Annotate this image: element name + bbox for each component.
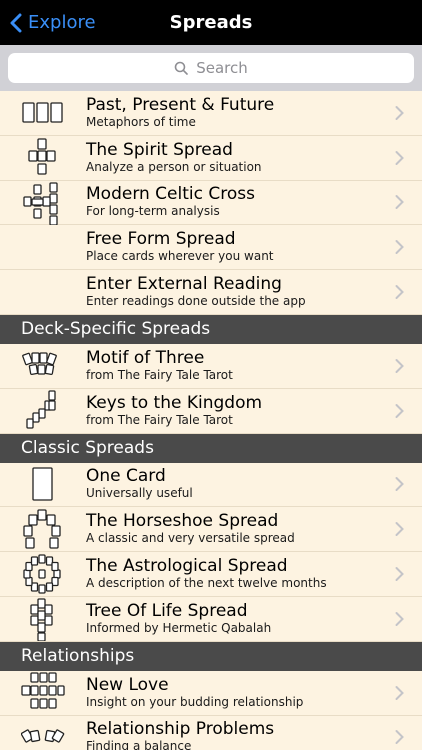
spread-subtitle: Informed by Hermetic Qabalah	[86, 620, 272, 635]
spread-row[interactable]: One Card Universally useful	[0, 462, 422, 508]
spread-subtitle: Place cards wherever you want	[86, 249, 274, 264]
section-header: Classic Spreads	[0, 433, 422, 463]
spread-row[interactable]: Relationship Problems Finding a balance	[0, 715, 422, 750]
astrological-icon	[23, 554, 61, 594]
chevron-right-icon	[395, 285, 404, 300]
spread-title: Past, Present & Future	[86, 94, 275, 115]
chevron-right-icon	[395, 240, 404, 255]
navigation-bar: Explore Spreads	[0, 0, 422, 45]
chevron-right-icon	[395, 730, 404, 745]
chevron-right-icon	[395, 195, 404, 210]
horseshoe-icon	[23, 509, 61, 549]
chevron-right-icon	[395, 358, 404, 373]
spread-subtitle: Insight on your budding relationship	[86, 694, 304, 709]
spread-title: Keys to the Kingdom	[86, 392, 263, 413]
spread-row[interactable]: The Horseshoe Spread A classic and very …	[0, 507, 422, 553]
row-icon	[0, 136, 86, 180]
spread-row[interactable]: Tree Of Life Spread Informed by Hermetic…	[0, 596, 422, 642]
spread-title: One Card	[86, 466, 166, 487]
spread-title: The Horseshoe Spread	[86, 511, 279, 532]
row-icon	[0, 671, 86, 715]
one-card-icon	[32, 467, 53, 502]
spread-title: Free Form Spread	[86, 229, 236, 250]
search-input[interactable]: Search	[8, 53, 414, 83]
spread-subtitle: from The Fairy Tale Tarot	[86, 412, 233, 427]
chevron-right-icon	[395, 611, 404, 626]
motif-of-three-icon	[22, 352, 57, 375]
spread-subtitle: For long-term analysis	[86, 204, 220, 219]
spread-subtitle: Metaphors of time	[86, 114, 196, 129]
row-icon	[0, 225, 86, 269]
spread-subtitle: Finding a balance	[86, 739, 192, 750]
spread-row[interactable]: Past, Present & Future Metaphors of time	[0, 91, 422, 136]
row-icon	[0, 389, 86, 433]
spread-title: New Love	[86, 674, 169, 695]
row-icon	[0, 715, 86, 750]
page-title: Spreads	[169, 12, 253, 33]
spread-list: Past, Present & Future Metaphors of time…	[0, 91, 422, 750]
row-icon	[0, 597, 86, 641]
section-header: Deck-Specific Spreads	[0, 314, 422, 344]
chevron-right-icon	[395, 477, 404, 492]
chevron-right-icon	[395, 150, 404, 165]
spread-row[interactable]: Modern Celtic Cross For long-term analys…	[0, 180, 422, 226]
chevron-right-icon	[395, 105, 404, 120]
row-icon	[0, 181, 86, 225]
chevron-right-icon	[395, 522, 404, 537]
spread-subtitle: A classic and very versatile spread	[86, 531, 295, 546]
spread-title: Modern Celtic Cross	[86, 184, 255, 205]
row-icon	[0, 507, 86, 551]
row-icon	[0, 344, 86, 388]
spread-title: Motif of Three	[86, 347, 205, 368]
spread-row[interactable]: The Spirit Spread Analyze a person or si…	[0, 135, 422, 181]
spread-title: The Astrological Spread	[86, 556, 288, 577]
spread-subtitle: from The Fairy Tale Tarot	[86, 367, 233, 382]
spread-subtitle: Enter readings done outside the app	[86, 294, 306, 309]
section-header: Relationships	[0, 641, 422, 671]
celtic-cross-icon	[23, 181, 58, 225]
spread-row[interactable]: Keys to the Kingdom from The Fairy Tale …	[0, 388, 422, 434]
spread-row[interactable]: The Astrological Spread A description of…	[0, 552, 422, 597]
spread-subtitle: Analyze a person or situation	[86, 159, 262, 174]
search-placeholder: Search	[196, 59, 248, 77]
row-icon	[0, 91, 86, 135]
tree-of-life-icon	[30, 598, 53, 641]
spread-title: Relationship Problems	[86, 719, 275, 740]
three-cards-icon	[22, 102, 63, 123]
row-icon	[0, 270, 86, 314]
spirit-spread-icon	[28, 138, 56, 175]
spread-subtitle: A description of the next twelve months	[86, 576, 327, 591]
search-icon	[174, 61, 189, 75]
chevron-right-icon	[395, 685, 404, 700]
chevron-right-icon	[395, 567, 404, 582]
row-icon	[0, 552, 86, 596]
spread-title: Enter External Reading	[86, 274, 282, 295]
chevron-right-icon	[395, 403, 404, 418]
spread-title: The Spirit Spread	[86, 139, 233, 160]
spread-row[interactable]: Enter External Reading Enter readings do…	[0, 270, 422, 315]
new-love-icon	[21, 672, 65, 709]
row-icon	[0, 462, 86, 506]
keys-kingdom-icon	[26, 390, 56, 429]
spread-row[interactable]: Free Form Spread Place cards wherever yo…	[0, 225, 422, 271]
spread-title: Tree Of Life Spread	[86, 600, 248, 621]
spread-row[interactable]: Motif of Three from The Fairy Tale Tarot	[0, 343, 422, 389]
search-bar: Search	[0, 45, 422, 91]
spread-row[interactable]: New Love Insight on your budding relatio…	[0, 670, 422, 716]
relationship-problems-icon	[21, 729, 65, 744]
spread-subtitle: Universally useful	[86, 486, 193, 501]
